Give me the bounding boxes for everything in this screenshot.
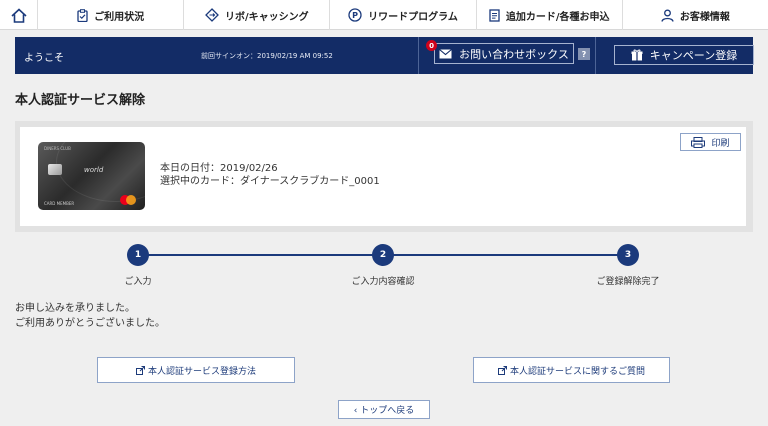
selected-card-text: 選択中のカード：ダイナースクラブカード_0001 [160, 176, 380, 187]
card-member-text: CARD MEMBER [44, 201, 75, 206]
nav-reward-program-label: リワードプログラム [368, 11, 458, 23]
mastercard-logo-orange [126, 195, 136, 205]
nav-additional-card-label: 追加カード/各種お申込 [505, 11, 610, 23]
step-3-circle: 3 [617, 244, 639, 266]
last-signin-text: 前回サインオン：2019/02/19 AM 09:52 [201, 52, 333, 60]
user-icon [661, 9, 674, 22]
nav-reward-program[interactable]: P リワードプログラム [330, 0, 477, 30]
home-icon [10, 7, 27, 23]
clipboard-icon [77, 8, 88, 22]
completion-line-1: お申し込みを承りました。 [15, 303, 135, 314]
completion-line-2: ご利用ありがとうございました。 [15, 318, 165, 329]
back-to-top-button[interactable]: ‹ トップへ戻る [338, 400, 430, 419]
nav-revolving-cashing-label: リボ/キャッシング [224, 11, 309, 23]
step-2-label: ご入力内容確認 [351, 277, 415, 287]
document-icon [489, 8, 500, 22]
p-circle-icon: P [348, 8, 362, 22]
how-to-register-button[interactable]: 本人認証サービス登録方法 [97, 357, 295, 383]
nav-customer-info-label: お客様情報 [679, 11, 730, 23]
page-title: 本人認証サービス解除 [15, 93, 146, 108]
completion-message: お申し込みを承りました。 ご利用ありがとうございました。 [15, 301, 165, 331]
help-button[interactable]: ? [578, 48, 590, 60]
inquiry-box-button[interactable]: お問い合わせボックス [434, 43, 574, 64]
today-date-text: 本日の日付：2019/02/26 [160, 163, 278, 174]
card-info: 本日の日付：2019/02/26 選択中のカード：ダイナースクラブカード_000… [160, 162, 380, 188]
campaign-register-label: キャンペーン登録 [649, 49, 738, 62]
faq-button[interactable]: 本人認証サービスに関するご質問 [473, 357, 670, 383]
faq-label: 本人認証サービスに関するご質問 [509, 366, 645, 377]
step-1-label: ご入力 [124, 277, 152, 287]
header-divider [418, 37, 419, 74]
card-world-text: world [84, 166, 104, 174]
print-button[interactable]: 印刷 [680, 133, 741, 151]
card-brand-text: DINERS CLUB [44, 146, 71, 151]
campaign-register-button[interactable]: キャンペーン登録 [614, 45, 754, 65]
nav-usage-status-label: ご利用状況 [94, 11, 145, 23]
account-header-bar: ようこそ 前回サインオン：2019/02/19 AM 09:52 お問い合わせボ… [15, 37, 754, 74]
step-3-label: ご登録解除完了 [596, 277, 660, 287]
how-to-register-label: 本人認証サービス登録方法 [147, 366, 256, 377]
svg-text:P: P [352, 11, 358, 20]
step-2-circle: 2 [372, 244, 394, 266]
external-link-icon [497, 365, 507, 375]
envelope-icon [439, 48, 453, 58]
welcome-text: ようこそ [24, 53, 64, 64]
nav-revolving-cashing[interactable]: リボ/キャッシング [184, 0, 331, 30]
gift-icon [631, 49, 643, 61]
nav-additional-card[interactable]: 追加カード/各種お申込 [477, 0, 623, 30]
printer-icon [691, 136, 706, 148]
top-navigation: ご利用状況 リボ/キャッシング P リワードプログラム 追加カード/各種お申込 … [0, 0, 768, 30]
nav-customer-info[interactable]: お客様情報 [623, 0, 768, 30]
diamond-arrows-icon [205, 8, 219, 22]
header-divider [595, 37, 596, 74]
inquiry-count-badge: 0 [426, 40, 437, 51]
inquiry-box-label: お問い合わせボックス [459, 47, 569, 61]
nav-usage-status[interactable]: ご利用状況 [38, 0, 185, 30]
external-link-icon [135, 365, 145, 375]
step-1-circle: 1 [127, 244, 149, 266]
print-label: 印刷 [711, 138, 730, 149]
credit-card-image: DINERS CLUB world CARD MEMBER [38, 142, 145, 210]
card-chip [48, 164, 62, 175]
home-button[interactable] [0, 0, 38, 30]
